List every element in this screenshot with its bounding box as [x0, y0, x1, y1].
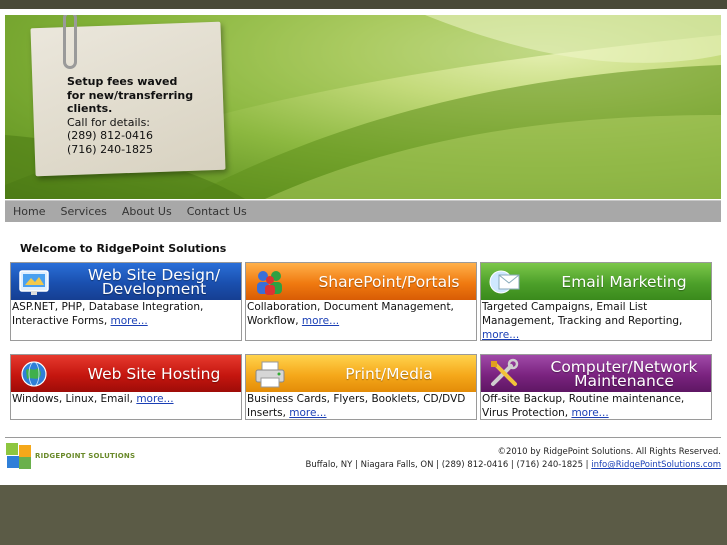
- welcome-heading: Welcome to RidgePoint Solutions: [20, 242, 227, 255]
- card-description: Windows, Linux, Email, more...: [11, 392, 241, 407]
- card-title: Computer/Network Maintenance: [550, 357, 698, 390]
- card-text: Business Cards, Flyers, Booklets, CD/DVD…: [247, 393, 466, 419]
- contact-text: Buffalo, NY | Niagara Falls, ON | (289) …: [305, 460, 589, 470]
- card-title: Print/Media: [345, 364, 433, 383]
- copyright-text: ©2010 by RidgePoint Solutions. All Right…: [497, 447, 721, 457]
- tools-icon: [491, 358, 519, 386]
- envelope-icon: [489, 270, 520, 294]
- footer-info: ©2010 by RidgePoint Solutions. All Right…: [306, 446, 721, 472]
- more-link[interactable]: more...: [571, 407, 608, 419]
- more-link[interactable]: more...: [289, 407, 326, 419]
- card-text: Targeted Campaigns, Email List Managemen…: [482, 301, 683, 327]
- card-text: Collaboration, Document Management, Work…: [247, 301, 454, 327]
- nav-home[interactable]: Home: [13, 205, 45, 218]
- promo-line: for new/transferring: [67, 88, 194, 102]
- card-header[interactable]: SharePoint/Portals: [246, 263, 476, 300]
- promo-phone: (716) 240-1825: [67, 142, 154, 156]
- card-text: ASP.NET, PHP, Database Integration, Inte…: [12, 301, 204, 327]
- service-card-print-media: Print/Media Business Cards, Flyers, Book…: [245, 354, 477, 420]
- card-header[interactable]: Print/Media: [246, 355, 476, 392]
- users-icon: [257, 271, 282, 295]
- more-link[interactable]: more...: [136, 393, 173, 405]
- card-title: Email Marketing: [561, 272, 687, 291]
- card-description: Business Cards, Flyers, Booklets, CD/DVD…: [246, 392, 476, 421]
- card-description: Off-site Backup, Routine maintenance, Vi…: [481, 392, 711, 421]
- hero-banner: Setup fees waved for new/transferring cl…: [5, 15, 721, 199]
- promo-line: clients.: [67, 102, 113, 115]
- nav-about-us[interactable]: About Us: [122, 205, 172, 218]
- top-bar: [0, 0, 727, 9]
- more-link[interactable]: more...: [302, 315, 339, 327]
- card-header[interactable]: Computer/Network Maintenance: [481, 355, 711, 392]
- nav-services[interactable]: Services: [60, 205, 106, 218]
- more-link[interactable]: more...: [482, 329, 519, 341]
- logo-mark-icon: [6, 443, 32, 469]
- promo-line: Setup fees waved: [67, 75, 178, 88]
- card-text: Windows, Linux, Email,: [12, 393, 133, 405]
- globe-icon: [21, 361, 47, 387]
- service-card-web-hosting: Web Site Hosting Windows, Linux, Email, …: [10, 354, 242, 420]
- card-header[interactable]: Email Marketing: [481, 263, 711, 300]
- nav-contact-us[interactable]: Contact Us: [187, 205, 247, 218]
- footer-divider: [5, 437, 721, 438]
- page: Setup fees waved for new/transferring cl…: [0, 9, 727, 485]
- service-card-email-marketing: Email Marketing Targeted Campaigns, Emai…: [480, 262, 712, 341]
- card-header[interactable]: Web Site Hosting: [11, 355, 241, 392]
- promo-text: Setup fees waved for new/transferring cl…: [67, 75, 217, 156]
- card-title: Web Site Design/ Development: [87, 265, 221, 298]
- promo-phone: (289) 812-0416: [67, 129, 154, 142]
- email-link[interactable]: info@RidgePointSolutions.com: [591, 460, 721, 470]
- service-card-web-design: Web Site Design/ Development ASP.NET, PH…: [10, 262, 242, 341]
- logo-text: RIDGEPOINT SOLUTIONS: [35, 452, 136, 460]
- card-description: Targeted Campaigns, Email List Managemen…: [481, 300, 711, 343]
- card-title: SharePoint/Portals: [318, 272, 460, 291]
- card-header[interactable]: Web Site Design/ Development: [11, 263, 241, 300]
- card-description: Collaboration, Document Management, Work…: [246, 300, 476, 329]
- footer-logo[interactable]: RIDGEPOINT SOLUTIONS: [6, 443, 135, 469]
- printer-icon: [255, 361, 285, 388]
- more-link[interactable]: more...: [111, 315, 148, 327]
- card-description: ASP.NET, PHP, Database Integration, Inte…: [11, 300, 241, 329]
- paperclip-icon: [63, 15, 77, 69]
- service-card-network-maintenance: Computer/Network Maintenance Off-site Ba…: [480, 354, 712, 420]
- service-card-sharepoint: SharePoint/Portals Collaboration, Docume…: [245, 262, 477, 341]
- contact-line: Buffalo, NY | Niagara Falls, ON | (289) …: [306, 459, 721, 472]
- main-nav: Home Services About Us Contact Us: [5, 200, 721, 222]
- web-design-icon: [19, 270, 49, 295]
- card-title: Web Site Hosting: [87, 364, 221, 383]
- promo-line: Call for details:: [67, 115, 151, 129]
